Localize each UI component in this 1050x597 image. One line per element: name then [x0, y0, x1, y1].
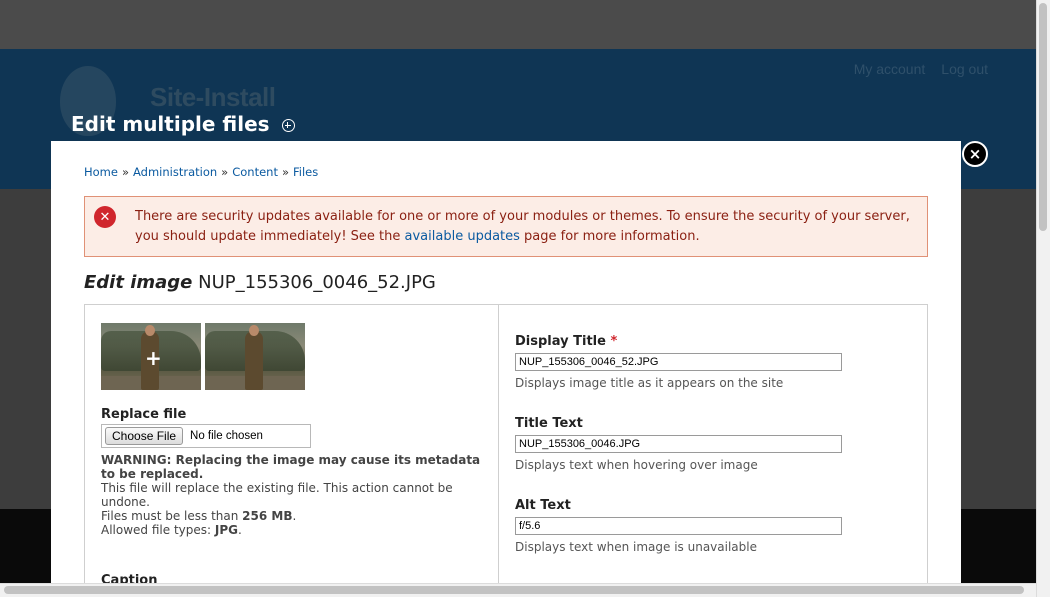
- title-text-label: Title Text: [515, 416, 583, 431]
- breadcrumb-files[interactable]: Files: [293, 165, 318, 179]
- alt-text-description: Displays text when image is unavailable: [515, 540, 757, 554]
- required-marker: *: [610, 334, 618, 349]
- display-title-input[interactable]: NUP_155306_0046_52.JPG: [515, 353, 842, 371]
- alt-text-label: Alt Text: [515, 498, 571, 513]
- replace-file-label: Replace file: [101, 407, 187, 422]
- breadcrumb: Home» Administration» Content» Files: [84, 165, 318, 179]
- image-thumbnail[interactable]: +: [101, 323, 201, 390]
- image-thumbnail-preview[interactable]: [205, 323, 305, 390]
- breadcrumb-content[interactable]: Content: [232, 165, 278, 179]
- breadcrumb-separator: »: [281, 165, 290, 179]
- browser-top-bar: [0, 0, 1036, 49]
- display-title-description: Displays image title as it appears on th…: [515, 376, 784, 390]
- close-overlay-button[interactable]: ×: [962, 141, 988, 167]
- replace-file-input[interactable]: Choose File No file chosen: [101, 424, 311, 448]
- breadcrumb-separator: »: [121, 165, 130, 179]
- security-warning-message: ✕ There are security updates available f…: [84, 196, 928, 257]
- site-name[interactable]: Site-Install: [150, 82, 276, 113]
- add-shortcut-icon[interactable]: [281, 119, 295, 132]
- my-account-link[interactable]: My account: [854, 61, 926, 77]
- page-title: Edit image NUP_155306_0046_52.JPG: [84, 272, 436, 293]
- allowed-file-types: Allowed file types: JPG.: [101, 523, 242, 537]
- vertical-scrollbar-thumb[interactable]: [1039, 3, 1047, 231]
- column-divider: [498, 305, 499, 597]
- page-title-filename: NUP_155306_0046_52.JPG: [198, 272, 436, 293]
- breadcrumb-separator: »: [221, 165, 229, 179]
- overlay-title-text: Edit multiple files: [71, 112, 270, 136]
- edit-form: + Replace file Choose File No file chose…: [84, 304, 928, 597]
- overlay-title: Edit multiple files: [71, 112, 295, 136]
- replace-note: This file will replace the existing file…: [101, 481, 453, 509]
- display-title-label: Display Title *: [515, 334, 618, 349]
- user-links: My account Log out: [854, 61, 988, 77]
- horizontal-scrollbar-thumb[interactable]: [4, 586, 1024, 594]
- breadcrumb-home[interactable]: Home: [84, 165, 118, 179]
- overlay-content: Home» Administration» Content» Files ✕ Ther…: [51, 141, 961, 597]
- title-text-input[interactable]: NUP_155306_0046.JPG: [515, 435, 842, 453]
- file-size-limit: Files must be less than 256 MB.: [101, 509, 297, 523]
- title-text-description: Displays text when hovering over image: [515, 458, 758, 472]
- message-text: There are security updates available for…: [135, 209, 910, 244]
- file-status: No file chosen: [190, 430, 263, 442]
- available-updates-link[interactable]: available updates: [405, 229, 520, 244]
- crosshair-icon: +: [145, 346, 162, 370]
- choose-file-button[interactable]: Choose File: [105, 427, 184, 445]
- replace-warning: WARNING: Replacing the image may cause i…: [101, 453, 481, 481]
- page-title-prefix: Edit image: [84, 272, 193, 293]
- breadcrumb-administration[interactable]: Administration: [133, 165, 217, 179]
- error-icon: ✕: [94, 206, 116, 228]
- log-out-link[interactable]: Log out: [941, 61, 988, 77]
- alt-text-input[interactable]: f/5.6: [515, 517, 842, 535]
